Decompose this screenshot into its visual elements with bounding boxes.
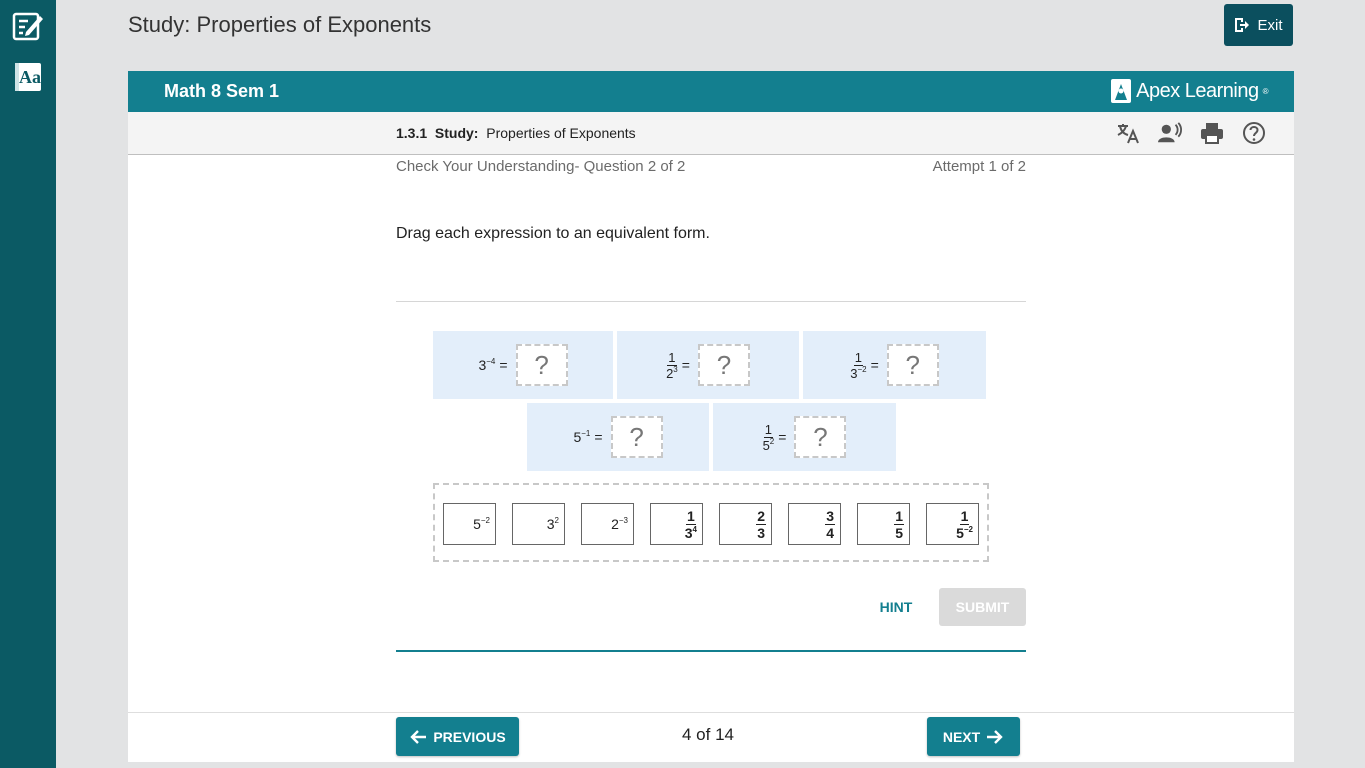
drop-slot[interactable]: ?	[697, 344, 750, 386]
attempt-counter: Attempt 1 of 2	[932, 158, 1026, 175]
drop-slot[interactable]: ?	[794, 416, 847, 458]
question-bottom-rule	[396, 650, 1026, 652]
top-bar: Study: Properties of Exponents Exit	[56, 0, 1365, 52]
drag-tile[interactable]: 15	[857, 503, 910, 545]
course-header: Math 8 Sem 1 Apex Learning ®	[128, 71, 1294, 112]
submit-button[interactable]: SUBMIT	[939, 588, 1026, 626]
target-expression: 1 52 =	[762, 421, 787, 453]
arrow-right-icon	[987, 729, 1003, 744]
target-expression: 1 23 =	[666, 349, 690, 381]
question-instruction: Drag each expression to an equivalent fo…	[396, 225, 710, 242]
drag-tile[interactable]: 23	[719, 503, 772, 545]
previous-button[interactable]: PREVIOUS	[396, 717, 519, 756]
next-button[interactable]: NEXT	[927, 717, 1020, 756]
drag-tile[interactable]: 1 34	[650, 503, 703, 545]
drag-tile[interactable]: 5−2	[443, 503, 496, 545]
page-title: Study: Properties of Exponents	[128, 12, 432, 37]
drag-tile[interactable]: 34	[788, 503, 841, 545]
breadcrumb: 1.3.1 Study: Properties of Exponents	[396, 125, 636, 141]
drop-target-5: 1 52 = ?	[713, 403, 896, 471]
exit-label: Exit	[1257, 16, 1283, 34]
exit-button[interactable]: Exit	[1224, 4, 1293, 46]
help-icon[interactable]	[1242, 121, 1266, 145]
print-icon[interactable]	[1200, 121, 1224, 145]
next-label: NEXT	[942, 728, 981, 745]
lesson-title: Properties of Exponents	[486, 125, 636, 141]
target-expression: 1 3−2 =	[850, 349, 879, 381]
drop-target-4: 5−1 = ?	[527, 403, 709, 471]
drag-tile[interactable]: 1 5−2	[926, 503, 979, 545]
answer-tray: 5−2 32 2−3 1 34 23 34 15 1 5−2	[433, 483, 989, 562]
apex-logo-icon	[1111, 79, 1132, 103]
read-aloud-icon[interactable]	[1158, 121, 1182, 145]
hint-button[interactable]: HINT	[866, 588, 926, 626]
previous-label: PREVIOUS	[433, 728, 506, 745]
divider	[396, 301, 1026, 302]
question-progress: Check Your Understanding- Question 2 of …	[396, 158, 686, 175]
drop-target-1: 3−4 = ?	[433, 331, 613, 399]
page-counter: 4 of 14	[682, 725, 734, 744]
glossary-icon[interactable]: Aa	[12, 61, 44, 93]
drop-target-3: 1 3−2 = ?	[803, 331, 986, 399]
drop-slot[interactable]: ?	[515, 344, 568, 386]
drag-tile[interactable]: 32	[512, 503, 565, 545]
exit-icon	[1235, 18, 1250, 32]
drop-slot[interactable]: ?	[886, 344, 939, 386]
lesson-number: 1.3.1	[396, 125, 428, 141]
target-expression: 3−4 =	[478, 357, 508, 373]
footer-nav: PREVIOUS 4 of 14 NEXT	[128, 712, 1294, 762]
translate-icon[interactable]	[1116, 121, 1140, 145]
brand-registered-mark: ®	[1262, 86, 1269, 96]
toolbar	[1116, 121, 1266, 145]
drop-slot[interactable]: ?	[610, 416, 663, 458]
sub-header: 1.3.1 Study: Properties of Exponents	[128, 112, 1294, 155]
brand-logo: Apex Learning ®	[1110, 78, 1269, 104]
notes-edit-icon[interactable]	[12, 10, 44, 42]
drag-tile[interactable]: 2−3	[581, 503, 634, 545]
target-expression: 5−1 =	[573, 429, 603, 445]
glossary-label: Aa	[19, 67, 41, 87]
left-sidebar: Aa	[0, 0, 56, 768]
brand-name: Apex Learning	[1136, 79, 1259, 102]
drop-target-2: 1 23 = ?	[617, 331, 799, 399]
lesson-kind: Study:	[434, 125, 479, 141]
lesson-card: Math 8 Sem 1 Apex Learning ® 1.3.1 Study:…	[128, 71, 1294, 762]
course-title: Math 8 Sem 1	[164, 81, 280, 101]
arrow-left-icon	[410, 729, 427, 744]
